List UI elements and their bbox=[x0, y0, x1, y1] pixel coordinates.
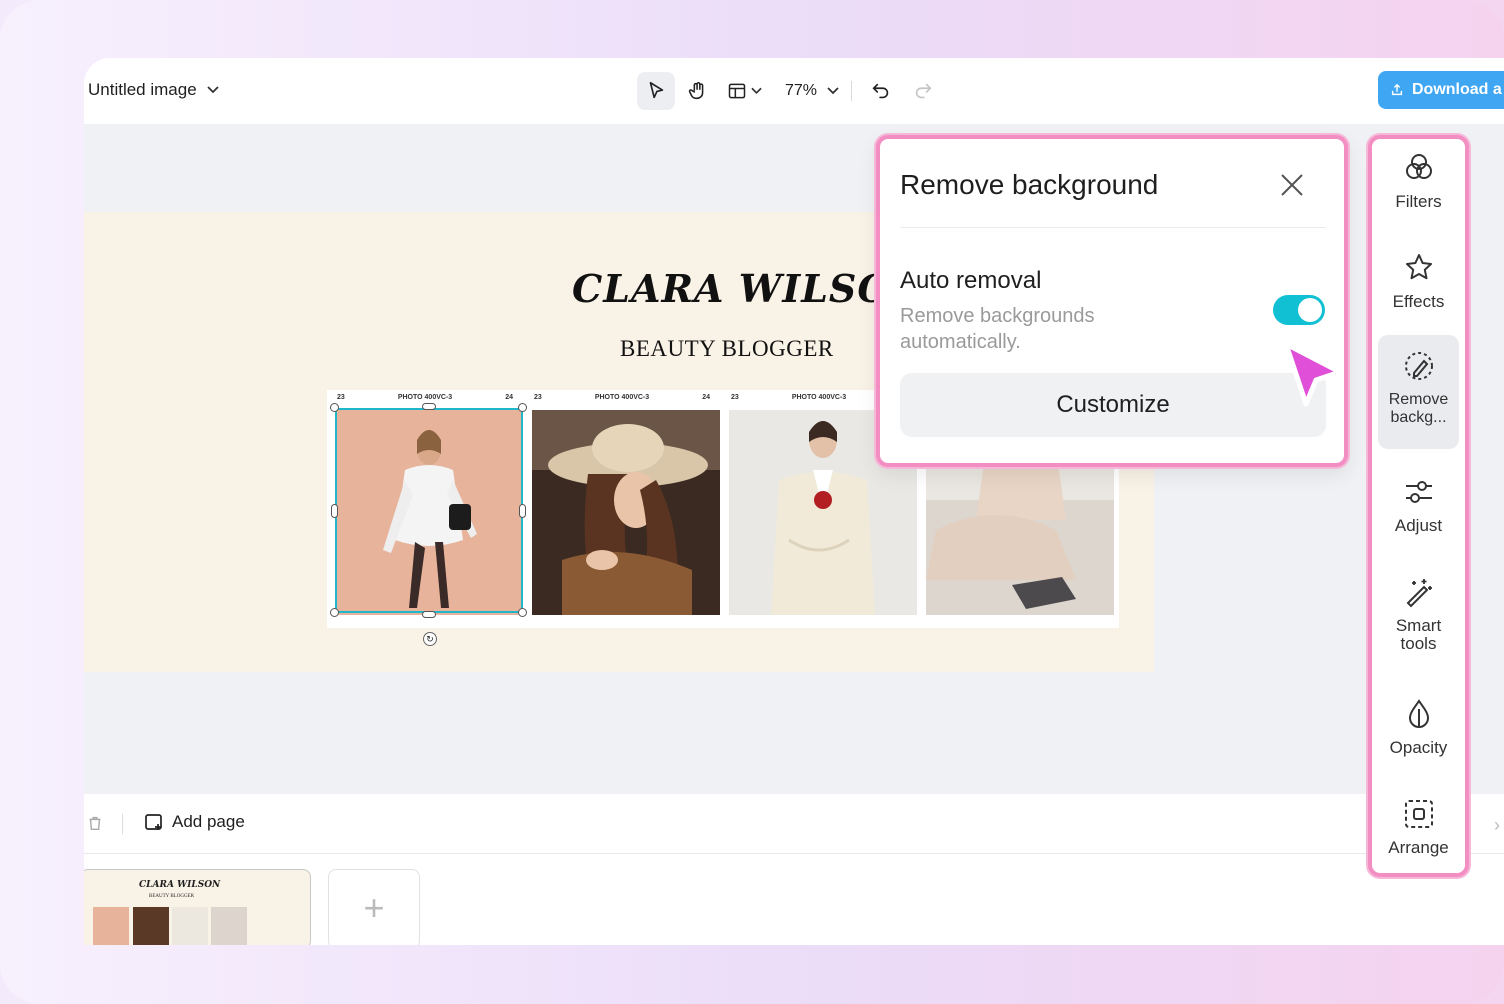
resize-handle[interactable] bbox=[330, 608, 339, 617]
frame-brand: PHOTO bbox=[594, 394, 620, 401]
remove-background-panel: Remove background Auto removal Remove ba… bbox=[876, 135, 1348, 467]
thumb-subtitle: BEAUTY BLOGGER bbox=[149, 894, 194, 899]
frame-number: 23 bbox=[337, 394, 345, 401]
download-label: Download a bbox=[1412, 81, 1502, 98]
sidebar-item-remove-background[interactable]: Remove backg... bbox=[1378, 335, 1459, 449]
canvas-tools: 77% bbox=[637, 72, 946, 110]
resize-handle[interactable] bbox=[518, 403, 527, 412]
page-subtitle-text[interactable]: BEAUTY BLOGGER bbox=[620, 336, 834, 362]
hand-tool-button[interactable] bbox=[679, 72, 717, 110]
frame-brand: PHOTO bbox=[791, 394, 817, 401]
toolbar-divider bbox=[851, 81, 853, 101]
auto-removal-label: Auto removal bbox=[900, 267, 1042, 294]
document-title-menu[interactable]: Untitled image bbox=[88, 78, 219, 102]
frame-number: 24 bbox=[702, 394, 710, 401]
pages-toolbar: Add page bbox=[84, 794, 1504, 854]
divider bbox=[122, 814, 123, 834]
frame-number: 23 bbox=[731, 394, 739, 401]
chevron-down-icon bbox=[750, 87, 762, 95]
top-toolbar: Untitled image 77% Download a bbox=[84, 58, 1504, 124]
chevron-right-icon[interactable]: › bbox=[1494, 815, 1500, 836]
sidebar-item-label: Adjust bbox=[1394, 516, 1443, 535]
remove-background-icon bbox=[1404, 352, 1433, 380]
layout-tool-button[interactable] bbox=[721, 72, 767, 110]
layout-icon bbox=[728, 83, 745, 99]
sidebar-item-effects[interactable]: Effects bbox=[1378, 249, 1459, 333]
model-photo-2[interactable] bbox=[532, 410, 720, 615]
arrange-icon bbox=[1404, 800, 1433, 828]
sidebar-item-label: Remove backg... bbox=[1388, 391, 1449, 426]
resize-handle[interactable] bbox=[330, 403, 339, 412]
image-tools-sidebar: Filters Effects Remove backg... Adjust S… bbox=[1368, 135, 1469, 877]
thumb-photo bbox=[133, 907, 169, 945]
sidebar-item-smart-tools[interactable]: Smart tools bbox=[1378, 573, 1459, 663]
frame-number: 23 bbox=[534, 394, 542, 401]
add-page-icon bbox=[145, 814, 162, 830]
page-thumbnail-1[interactable]: CLARA WILSON BEAUTY BLOGGER bbox=[84, 869, 311, 945]
smart-tools-icon bbox=[1406, 579, 1432, 608]
sidebar-item-label: Smart tools bbox=[1395, 616, 1442, 653]
rotate-handle-icon[interactable]: ↻ bbox=[423, 632, 437, 646]
customize-button[interactable]: Customize bbox=[900, 373, 1326, 437]
thumb-photo bbox=[172, 907, 208, 945]
zoom-dropdown-icon[interactable] bbox=[827, 82, 839, 100]
toggle-knob bbox=[1298, 298, 1322, 322]
filters-icon bbox=[1405, 154, 1432, 179]
sidebar-item-label: Arrange bbox=[1388, 838, 1449, 857]
auto-removal-toggle[interactable] bbox=[1273, 295, 1325, 325]
resize-handle[interactable] bbox=[422, 403, 436, 410]
sidebar-item-arrange[interactable]: Arrange bbox=[1378, 795, 1459, 879]
add-page-label: Add page bbox=[172, 812, 245, 831]
sidebar-item-label: Effects bbox=[1392, 292, 1445, 311]
resize-handle[interactable] bbox=[331, 504, 338, 518]
close-button[interactable] bbox=[1278, 171, 1306, 199]
opacity-icon bbox=[1408, 699, 1429, 728]
download-button[interactable]: Download a bbox=[1378, 71, 1504, 109]
panel-title: Remove background bbox=[900, 169, 1159, 200]
photo-frame-2[interactable]: 23 PHOTO 400VC-3 24 bbox=[524, 390, 720, 628]
sidebar-item-label: Opacity bbox=[1389, 738, 1448, 757]
thumb-photo bbox=[211, 907, 247, 945]
document-title: Untitled image bbox=[88, 80, 197, 99]
resize-handle[interactable] bbox=[519, 504, 526, 518]
sidebar-item-adjust[interactable]: Adjust bbox=[1378, 473, 1459, 557]
add-page-thumb-button[interactable]: + bbox=[328, 869, 420, 945]
pointer-cursor-icon bbox=[1283, 341, 1343, 407]
frame-brand: PHOTO bbox=[397, 394, 423, 401]
trash-icon[interactable] bbox=[86, 814, 104, 837]
redo-icon bbox=[915, 83, 932, 99]
window-frame: Untitled image 77% Download a CLARA WILS… bbox=[0, 0, 1504, 1004]
undo-button[interactable] bbox=[862, 72, 900, 110]
selection-box[interactable] bbox=[335, 408, 523, 613]
sidebar-item-label: Filters bbox=[1395, 192, 1442, 211]
effects-icon bbox=[1405, 254, 1432, 280]
page-thumbnails: CLARA WILSON BEAUTY BLOGGER + bbox=[84, 854, 1504, 945]
close-icon bbox=[1281, 174, 1303, 196]
sidebar-item-opacity[interactable]: Opacity bbox=[1378, 695, 1459, 779]
resize-handle[interactable] bbox=[422, 611, 436, 618]
page-title-text[interactable]: CLARA WILSON bbox=[572, 266, 927, 311]
thumb-photo bbox=[93, 907, 129, 945]
resize-handle[interactable] bbox=[518, 608, 527, 617]
zoom-level[interactable]: 77% bbox=[785, 82, 817, 100]
divider bbox=[900, 227, 1326, 228]
auto-removal-description: Remove backgrounds automatically. bbox=[900, 305, 1095, 353]
frame-number: 24 bbox=[505, 394, 513, 401]
pointer-icon bbox=[649, 81, 664, 99]
add-page-button[interactable]: Add page bbox=[144, 812, 245, 832]
redo-button[interactable] bbox=[904, 72, 942, 110]
adjust-icon bbox=[1405, 481, 1432, 503]
sidebar-item-filters[interactable]: Filters bbox=[1378, 149, 1459, 233]
hand-icon bbox=[688, 82, 704, 100]
thumb-title: CLARA WILSON bbox=[139, 880, 221, 890]
frame-code: 400VC-3 bbox=[424, 394, 453, 401]
undo-icon bbox=[872, 83, 889, 99]
select-tool-button[interactable] bbox=[637, 72, 675, 110]
frame-header: 23 PHOTO 400VC-3 24 bbox=[534, 394, 710, 401]
chevron-down-icon bbox=[207, 83, 219, 97]
export-icon bbox=[1391, 83, 1403, 96]
frame-header: 23 PHOTO 400VC-3 24 bbox=[337, 394, 513, 401]
frame-code: 400VC-3 bbox=[818, 394, 847, 401]
frame-code: 400VC-3 bbox=[621, 394, 650, 401]
